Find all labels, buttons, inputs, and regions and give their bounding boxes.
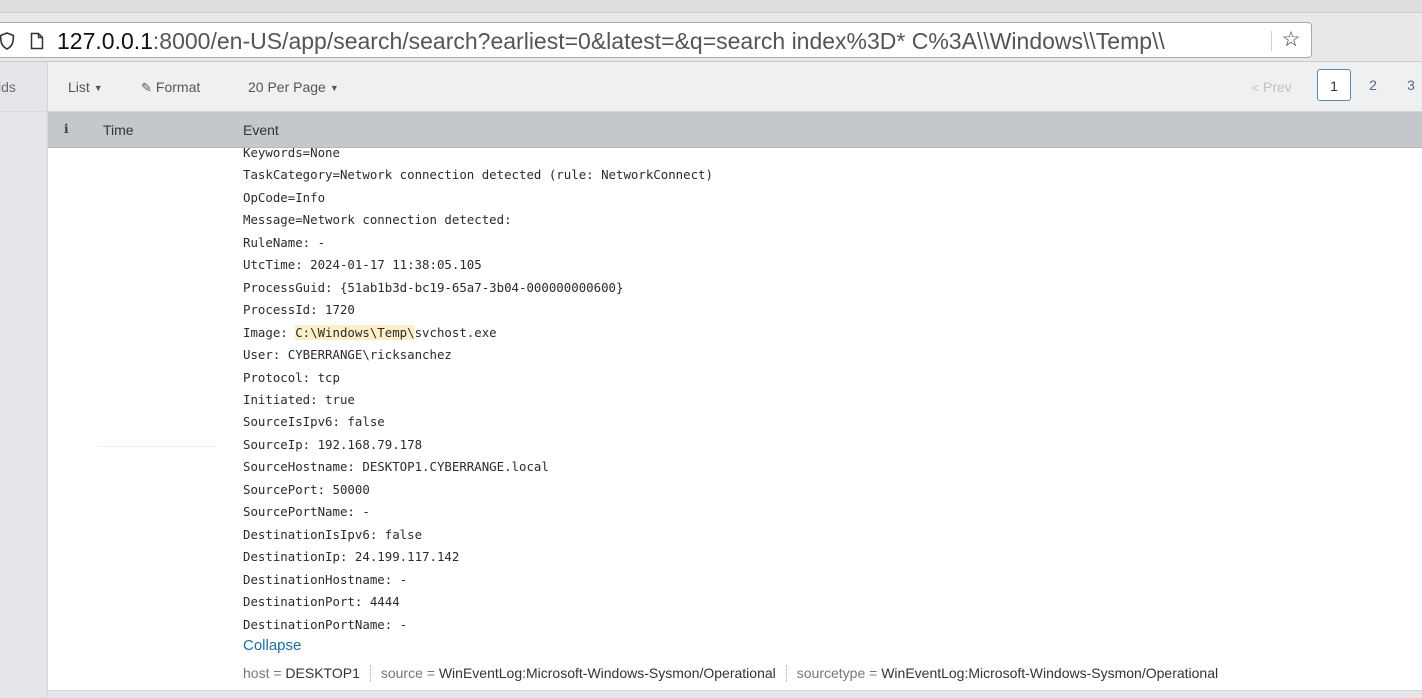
event-line: Keywords=None [243,148,340,160]
event-line: DestinationPortName: - [243,616,408,632]
event-line: Initiated: true [243,391,355,407]
caret-down-icon: ▼ [93,83,103,93]
url-separator [1271,31,1272,51]
event-line: DestinationIp: 24.199.117.142 [243,549,460,565]
event-line: SourcePortName: - [243,504,370,520]
host-field[interactable]: host = DESKTOP1 [243,665,360,681]
event-line: UtcTime: 2024-01-17 11:38:05.105 [243,257,482,273]
source-key: source = [380,665,435,681]
event-raw-text: Keywords=None TaskCategory=Network connec… [243,148,713,636]
event-line: DestinationHostname: - [243,571,408,587]
chevron-left-icon: < [1252,81,1260,95]
page-1-button[interactable]: 1 [1317,69,1351,101]
event-line: User: CYBERRANGE\ricksanchez [243,347,452,363]
sourcetype-key: sourcetype = [796,665,878,681]
page-icon[interactable] [30,32,44,50]
event-fields: host = DESKTOP1 source = WinEventLog:Micr… [243,665,1218,681]
prev-label: Prev [1263,79,1292,95]
event-image-line: Image: C:\Windows\Temp\svchost.exe [243,322,713,344]
per-page-dropdown[interactable]: 20 Per Page ▼ [248,79,339,95]
event-line: Message=Network connection detected: [243,212,512,228]
event-line: DestinationPort: 4444 [243,594,400,610]
events-table-header: i Time Event [48,112,1422,148]
page-2-button[interactable]: 2 [1362,69,1384,101]
field-separator [785,665,787,681]
info-column-header: i [64,122,69,136]
event-line: OpCode=Info [243,189,326,205]
event-line: SourceIsIpv6: false [243,414,385,430]
collapse-link[interactable]: Collapse [243,637,301,654]
url-path: :8000/en-US/app/search/search?earliest=0… [152,28,1165,54]
fields-label[interactable]: lds [0,79,16,95]
event-line: SourceIp: 192.168.79.178 [243,436,423,452]
fields-sidebar [0,112,48,697]
shield-icon[interactable] [0,32,15,50]
event-line: SourcePort: 50000 [243,481,370,497]
event-row: Keywords=None TaskCategory=Network connec… [48,148,1422,693]
browser-toolbar: 127.0.0.1:8000/en-US/app/search/search?e… [0,0,1422,62]
list-dropdown[interactable]: List ▼ [68,79,103,95]
event-column-header: Event [243,122,279,138]
format-label: Format [155,79,201,95]
search-highlight[interactable]: C:\Windows\Temp\ [295,324,415,340]
url-host: 127.0.0.1 [57,28,153,54]
sourcetype-field[interactable]: sourcetype = WinEventLog:Microsoft-Windo… [797,665,1218,681]
per-page-label: 20 Per Page [248,79,326,95]
time-column-header[interactable]: Time [103,122,134,138]
fields-sidebar-header[interactable]: lds [0,62,48,111]
results-toolbar: lds List▼ ✎Format 20 Per Page▼ <Prev [0,62,1422,112]
event-line: DestinationIsIpv6: false [243,526,423,542]
field-separator [369,665,371,681]
source-field[interactable]: source = WinEventLog:Microsoft-Windows-S… [381,665,776,681]
event-line: TaskCategory=Network connection detected… [243,167,713,183]
page-3-button[interactable]: 3 [1400,69,1422,101]
sourcetype-value: WinEventLog:Microsoft-Windows-Sysmon/Ope… [881,665,1219,681]
row-divider [98,446,218,448]
event-line: ProcessGuid: {51ab1b3d-bc19-65a7-3b04-00… [243,279,624,295]
host-key: host = [243,665,282,681]
prev-page-button[interactable]: < Prev [1252,79,1292,95]
format-button[interactable]: ✎ Format [141,79,200,96]
image-suffix: svchost.exe [414,324,497,340]
event-line: Protocol: tcp [243,369,340,385]
image-prefix: Image: [243,324,296,340]
bookmark-star-icon[interactable]: ☆ [1279,28,1303,52]
pencil-icon: ✎ [141,80,152,95]
list-label: List [68,79,90,95]
tab-strip-edge [0,0,1422,13]
source-value: WinEventLog:Microsoft-Windows-Sysmon/Ope… [438,665,776,681]
caret-down-icon: ▼ [329,83,339,93]
event-line: RuleName: - [243,234,326,250]
url-text[interactable]: 127.0.0.1:8000/en-US/app/search/search?e… [57,28,1165,54]
host-value: DESKTOP1 [285,665,360,681]
event-line: ProcessId: 1720 [243,302,355,318]
address-bar[interactable]: 127.0.0.1:8000/en-US/app/search/search?e… [0,22,1312,58]
event-line: SourceHostname: DESKTOP1.CYBERRANGE.loca… [243,459,549,475]
